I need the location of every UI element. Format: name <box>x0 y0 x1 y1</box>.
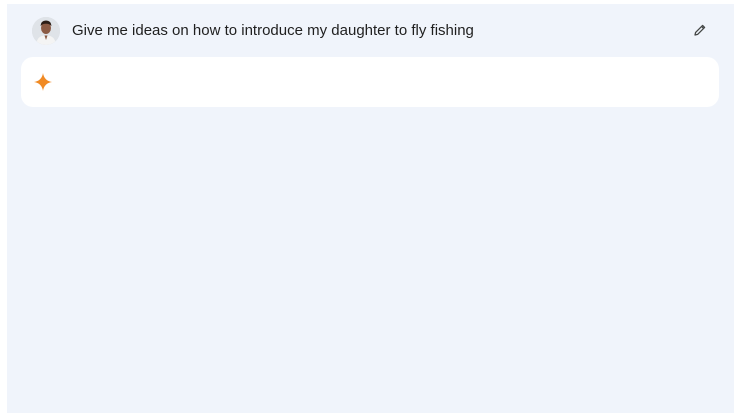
prompt-text: Give me ideas on how to introduce my dau… <box>72 22 474 39</box>
gemini-spark-icon <box>34 73 52 91</box>
edit-prompt-button[interactable] <box>689 19 711 41</box>
user-prompt-row: Give me ideas on how to introduce my dau… <box>7 4 734 58</box>
pencil-icon <box>694 24 706 36</box>
user-avatar <box>32 17 60 45</box>
chat-container: Give me ideas on how to introduce my dau… <box>7 4 734 413</box>
model-response-card <box>21 57 719 107</box>
